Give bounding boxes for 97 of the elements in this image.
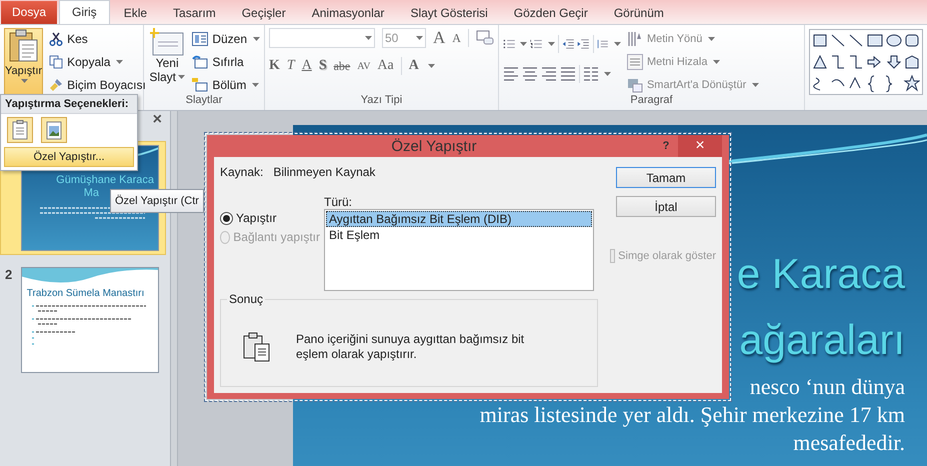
picture-icon <box>46 120 62 140</box>
caret-icon <box>178 75 185 79</box>
ribbon-command[interactable]: Sıfırla <box>192 53 260 71</box>
ok-button[interactable]: Tamam <box>616 167 716 188</box>
ribbon-tab[interactable]: Ekle <box>112 2 160 24</box>
source-value: Bilinmeyen Kaynak <box>273 165 376 179</box>
shrink-font-button[interactable]: A <box>452 30 461 46</box>
slide-thumbnail[interactable]: Trabzon Sümela Manastırı <box>20 267 159 373</box>
decrease-indent-icon <box>562 37 574 51</box>
brush-icon <box>49 78 64 92</box>
caret-icon <box>708 37 716 41</box>
clipboard-icon <box>243 332 271 362</box>
ribbon-tab[interactable]: Geçişler <box>230 2 298 24</box>
align-icon <box>502 67 519 81</box>
align-icon <box>560 67 576 81</box>
align-icon <box>522 67 538 81</box>
bullet-list-icon <box>502 37 516 51</box>
group-label: Yazı Tipi <box>360 94 404 108</box>
caret-icon <box>416 36 423 40</box>
paste-option-button[interactable] <box>41 117 67 143</box>
ribbon-command[interactable]: Bölüm <box>192 76 260 94</box>
tooltip: Özel Yapıştır (Ctr <box>110 189 204 213</box>
grow-font-button[interactable]: A <box>433 28 446 48</box>
close-button[interactable]: × <box>678 135 722 157</box>
ribbon-command[interactable]: Kopyala <box>49 53 146 71</box>
thumbnail-title-line: Gümüşhane Karaca <box>56 174 154 187</box>
paste-button[interactable]: Yapıştır <box>4 28 44 96</box>
caret-icon <box>428 64 435 68</box>
align-text-icon <box>626 54 643 70</box>
thumbnail-title: Trabzon Sümela Manastırı <box>26 288 144 301</box>
reset-icon <box>192 55 208 69</box>
ribbon-tab[interactable]: Slayt Gösterisi <box>398 2 500 24</box>
format-button[interactable]: abe <box>334 58 350 74</box>
thumbnail-title-line: Ma <box>84 187 99 200</box>
format-button[interactable]: A <box>302 58 312 74</box>
close-button[interactable]: × <box>152 111 162 133</box>
slide-icon <box>150 28 184 56</box>
scissors-icon <box>49 32 64 46</box>
caret-icon <box>116 60 124 64</box>
list-item[interactable]: Aygıttan Bağımsız Bit Eşlem (DIB) <box>326 211 592 227</box>
ribbon-tab[interactable]: Animasyonlar <box>300 2 396 24</box>
caret-icon <box>713 60 720 64</box>
format-button[interactable]: S <box>318 58 327 74</box>
ribbon-tab[interactable]: Giriş <box>59 0 110 24</box>
caret-icon <box>21 79 28 83</box>
format-button[interactable]: K <box>269 58 280 74</box>
format-button[interactable]: AV <box>357 60 370 72</box>
layout-icon <box>192 32 208 46</box>
columns-icon <box>582 67 599 81</box>
clear-format-icon <box>476 30 494 46</box>
radio-option[interactable]: Yapıştır <box>220 211 320 225</box>
clipboard-icon <box>8 29 39 63</box>
text-direction-icon <box>626 31 643 47</box>
ribbon-tab[interactable]: Görünüm <box>602 2 676 24</box>
ribbon-command[interactable]: Düzen <box>192 30 260 48</box>
caret-icon <box>253 37 260 41</box>
format-button[interactable]: T <box>286 58 295 74</box>
copy-icon <box>49 55 64 69</box>
numbered-list-icon <box>530 37 543 51</box>
align-icon <box>540 67 557 81</box>
font-name-field[interactable] <box>269 28 375 48</box>
font-color-button[interactable]: A <box>408 58 419 74</box>
caret-icon <box>752 83 760 87</box>
caret-icon <box>252 83 260 87</box>
type-label: Türü: <box>324 195 354 209</box>
file-tab[interactable]: Dosya <box>1 1 58 24</box>
group-label: Slaytlar <box>184 94 224 108</box>
line-spacing-icon <box>596 37 609 51</box>
section-icon <box>192 78 208 92</box>
dialog-title: Özel Yapıştır <box>390 138 478 154</box>
caret-icon <box>548 42 555 46</box>
new-slide-button[interactable]: Yeni Slayt <box>148 28 186 94</box>
slide-thumbnail-frame[interactable]: 2 Trabzon Sümela Manastırı <box>0 263 166 377</box>
caret-icon <box>520 42 528 46</box>
paste-option-button[interactable] <box>7 117 33 143</box>
menu-item[interactable]: Özel Yapıştır... <box>4 147 134 167</box>
increase-indent-icon <box>577 37 590 51</box>
source-label: Kaynak: <box>220 165 264 179</box>
slide-number: 2 <box>5 267 14 282</box>
caret-icon <box>604 72 611 76</box>
groupbox-label: Sonuç <box>227 292 266 306</box>
cancel-button[interactable]: İptal <box>616 196 716 217</box>
caret-icon <box>614 42 621 46</box>
list-item[interactable]: Bit Eşlem <box>326 227 592 243</box>
result-description: Pano içeriğini sunuya aygıttan bağımsız bit eşlem olarak yapıştırır. <box>296 332 526 362</box>
ribbon-tab[interactable]: Tasarım <box>161 2 228 24</box>
ribbon-command[interactable]: Biçim Boyacısı <box>49 76 146 94</box>
group-label: Paragraf <box>629 94 674 108</box>
ribbon-tab[interactable]: Gözden Geçir <box>502 2 600 24</box>
menu-header: Yapıştırma Seçenekleri: <box>1 95 137 114</box>
ribbon-command[interactable]: Kes <box>49 30 146 48</box>
caret-icon <box>365 36 372 40</box>
slide-title: e Karaca ağaraları <box>736 249 905 365</box>
format-button[interactable]: Aa <box>377 58 394 74</box>
slide-body-text: nesco ‘nun dünya miras listesinde yer aldı. Şehir merkezine 17 km mesafededir. <box>480 373 905 457</box>
smartart-icon <box>626 77 643 93</box>
clipboard-icon <box>12 120 28 140</box>
